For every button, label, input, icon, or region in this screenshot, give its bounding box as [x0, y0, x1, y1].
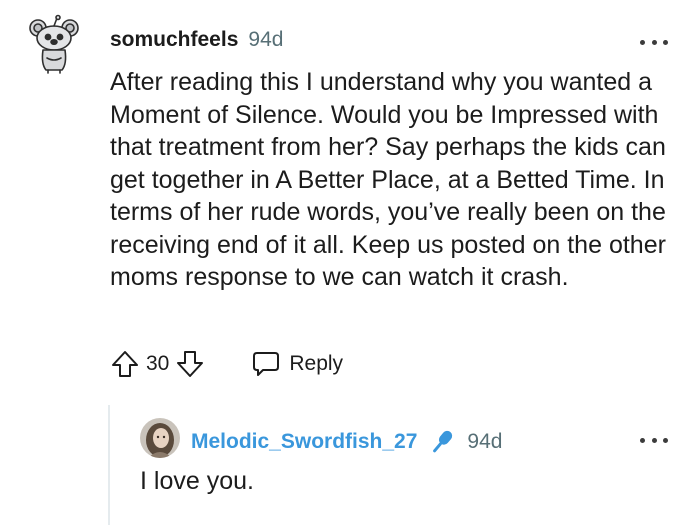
thread-line[interactable] — [108, 405, 110, 525]
more-dot — [663, 437, 668, 443]
reply-label: Reply — [289, 352, 344, 375]
speech-bubble-icon — [253, 352, 280, 376]
comment-actions: 30 Reply — [108, 346, 343, 382]
snoo-koala-avatar-icon — [29, 14, 79, 74]
comment-header: somuchfeels 94d — [110, 28, 283, 52]
reply-button[interactable]: Reply — [251, 350, 343, 378]
reply-avatar[interactable] — [140, 418, 180, 458]
more-horizontal-icon — [640, 39, 645, 45]
arrow-up-icon — [112, 351, 138, 377]
reply-body: I love you. — [140, 467, 254, 495]
timestamp: 94d — [248, 28, 284, 51]
reply-more-options-button[interactable] — [640, 434, 668, 446]
reply-timestamp: 94d — [467, 430, 503, 453]
more-horizontal-icon — [640, 437, 645, 443]
user-photo-avatar-icon — [140, 418, 180, 458]
more-dot — [663, 39, 668, 45]
reply-header: Melodic_Swordfish_27 94d — [191, 427, 502, 457]
more-dot — [651, 437, 657, 443]
microphone-icon — [427, 427, 457, 457]
username[interactable]: somuchfeels — [110, 28, 238, 52]
more-options-button[interactable] — [640, 36, 668, 48]
downvote-button[interactable] — [173, 346, 207, 382]
avatar[interactable] — [24, 14, 84, 74]
vote-score: 30 — [146, 352, 170, 375]
upvote-button[interactable] — [108, 346, 142, 382]
comment-body: After reading this I understand why you … — [110, 68, 666, 291]
arrow-down-icon — [177, 351, 204, 377]
reply-username[interactable]: Melodic_Swordfish_27 — [191, 430, 417, 454]
more-dot — [651, 39, 657, 45]
